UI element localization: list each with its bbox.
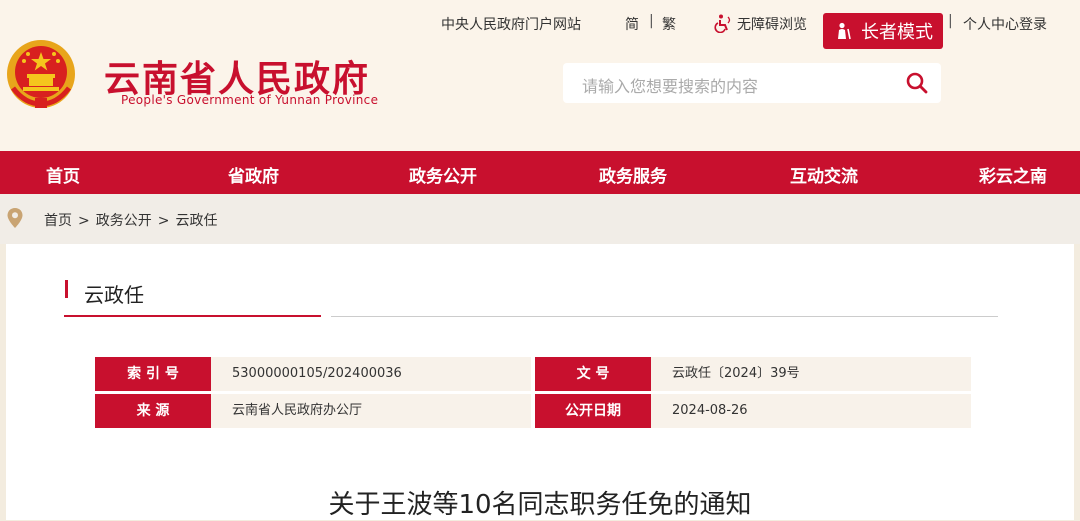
site-header: 中央人民政府门户网站 简 | 繁 无障碍浏览 长者模式 | 个人中心登录 云南省… <box>0 0 1080 151</box>
section-underline-accent <box>64 315 321 317</box>
elder-person-icon <box>838 22 851 40</box>
personal-center-login-link[interactable]: 个人中心登录 <box>963 14 1047 34</box>
nav-item-government-services[interactable]: 政务服务 <box>599 162 667 187</box>
source-value: 云南省人民政府办公厅 <box>211 394 531 428</box>
divider: | <box>649 13 654 29</box>
document-number-value: 云政任〔2024〕39号 <box>651 357 971 391</box>
national-emblem-icon <box>7 40 75 108</box>
search-icon[interactable] <box>905 71 929 95</box>
section-marker <box>65 280 68 298</box>
section-title: 云政任 <box>84 283 144 307</box>
publish-date-value: 2024-08-26 <box>651 394 971 428</box>
article-title: 关于王波等10名同志职务任免的通知 <box>328 490 752 520</box>
index-number-value: 53000000105/202400036 <box>211 357 531 391</box>
nav-item-home[interactable]: 首页 <box>46 162 80 187</box>
simplified-chinese-link[interactable]: 简 <box>625 14 639 34</box>
source-label: 来 源 <box>95 394 219 428</box>
divider: | <box>948 13 953 29</box>
breadcrumb-item-current[interactable]: 云政任 <box>175 213 217 229</box>
search-placeholder[interactable]: 请输入您想要搜索的内容 <box>582 73 758 97</box>
breadcrumb-item-home[interactable]: 首页 <box>44 213 72 229</box>
accessibility-label: 无障碍浏览 <box>737 17 807 33</box>
breadcrumb-separator: > <box>157 213 170 229</box>
breadcrumb-bar: 首页 > 政务公开 > 云政任 <box>0 194 1080 244</box>
search-box[interactable]: 请输入您想要搜索的内容 <box>563 63 941 103</box>
elder-mode-button[interactable]: 长者模式 <box>823 13 943 49</box>
index-number-label: 索 引 号 <box>95 357 219 391</box>
traditional-chinese-link[interactable]: 繁 <box>662 14 676 34</box>
accessibility-link[interactable]: 无障碍浏览 <box>714 14 807 34</box>
content-panel: 云政任 索 引 号 53000000105/202400036 文 号 云政任〔… <box>6 244 1074 520</box>
breadcrumb: 首页 > 政务公开 > 云政任 <box>41 210 220 230</box>
central-gov-portal-link[interactable]: 中央人民政府门户网站 <box>441 14 581 34</box>
main-nav: 首页 省政府 政务公开 政务服务 互动交流 彩云之南 <box>0 151 1080 194</box>
nav-item-colorful-yunnan[interactable]: 彩云之南 <box>979 162 1047 187</box>
top-bar: 中央人民政府门户网站 简 | 繁 无障碍浏览 长者模式 | 个人中心登录 <box>0 10 1080 49</box>
document-number-label: 文 号 <box>535 357 659 391</box>
elder-mode-label: 长者模式 <box>861 22 933 43</box>
breadcrumb-item-disclosure[interactable]: 政务公开 <box>96 213 152 229</box>
nav-item-interaction[interactable]: 互动交流 <box>790 162 858 187</box>
accessibility-icon <box>714 14 731 33</box>
location-pin-icon <box>7 208 23 228</box>
site-subtitle: People's Government of Yunnan Province <box>121 93 379 107</box>
publish-date-label: 公开日期 <box>535 394 659 428</box>
nav-item-government-affairs-disclosure[interactable]: 政务公开 <box>409 162 477 187</box>
breadcrumb-separator: > <box>78 213 90 229</box>
nav-item-provincial-government[interactable]: 省政府 <box>228 162 279 187</box>
section-underline <box>331 316 998 317</box>
